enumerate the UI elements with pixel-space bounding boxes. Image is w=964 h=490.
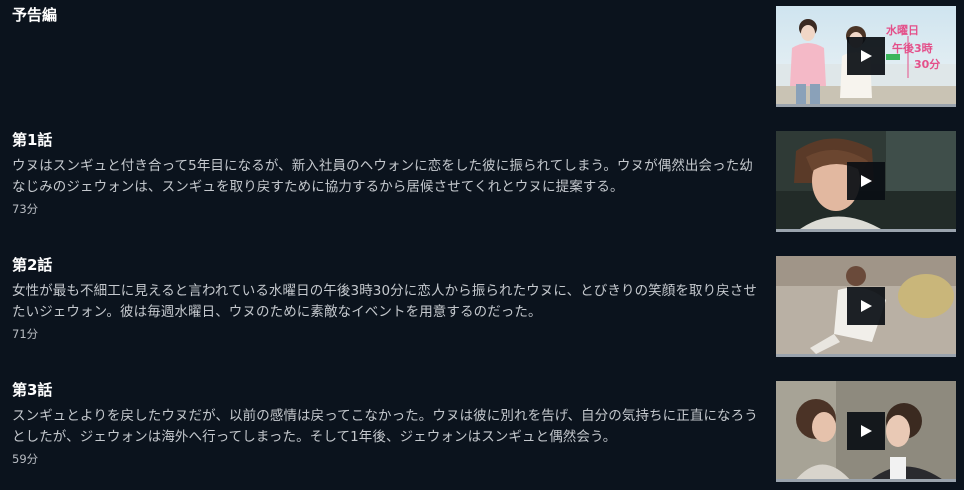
episode-title[interactable]: 第2話 <box>12 256 760 274</box>
thumbnail-bar <box>776 479 956 482</box>
episode-3-thumbnail[interactable] <box>776 381 956 482</box>
thumbnail-bar <box>776 104 956 107</box>
trailer-title-text: 午後3時 <box>892 41 933 55</box>
trailer-title-text: 30分 <box>914 57 940 71</box>
episode-info: 第1話 ウヌはスンギュと付き合って5年目になるが、新入社員のヘウォンに恋をした彼… <box>12 125 760 216</box>
trailer-title-text: 水曜日 <box>886 23 919 37</box>
episode-title[interactable]: 第1話 <box>12 131 760 149</box>
episode-list: 予告編 水曜日 午後3時 30分 第1話 ウヌはスンギュと付き合って5年目になる… <box>0 0 964 490</box>
play-button[interactable] <box>847 162 885 200</box>
play-button[interactable] <box>847 287 885 325</box>
episode-info: 第3話 スンギュとよりを戻したウヌだが、以前の感情は戻ってこなかった。ウヌは彼に… <box>12 375 760 466</box>
trailer-thumbnail[interactable]: 水曜日 午後3時 30分 <box>776 6 956 107</box>
play-icon <box>861 300 872 312</box>
episode-title[interactable]: 予告編 <box>12 6 760 24</box>
thumbnail-bar <box>776 354 956 357</box>
play-button[interactable] <box>847 37 885 75</box>
episode-description: スンギュとよりを戻したウヌだが、以前の感情は戻ってこなかった。ウヌは彼に別れを告… <box>12 408 758 445</box>
episode-item-1[interactable]: 第1話 ウヌはスンギュと付き合って5年目になるが、新入社員のヘウォンに恋をした彼… <box>0 125 964 232</box>
episode-title[interactable]: 第3話 <box>12 381 760 399</box>
play-icon <box>861 425 872 437</box>
episode-description: 女性が最も不細工に見えると言われている水曜日の午後3時30分に恋人から振られたウ… <box>12 283 757 320</box>
thumbnail-bar <box>776 229 956 232</box>
play-icon <box>861 175 872 187</box>
episode-info: 予告編 <box>12 0 760 24</box>
episode-1-thumbnail[interactable] <box>776 131 956 232</box>
episode-info: 第2話 女性が最も不細工に見えると言われている水曜日の午後3時30分に恋人から振… <box>12 250 760 341</box>
episode-item-2[interactable]: 第2話 女性が最も不細工に見えると言われている水曜日の午後3時30分に恋人から振… <box>0 250 964 357</box>
episode-2-thumbnail[interactable] <box>776 256 956 357</box>
play-icon <box>861 50 872 62</box>
episode-duration: 59分 <box>12 452 39 466</box>
episode-item-trailer[interactable]: 予告編 水曜日 午後3時 30分 <box>0 0 964 107</box>
play-button[interactable] <box>847 412 885 450</box>
episode-description: ウヌはスンギュと付き合って5年目になるが、新入社員のヘウォンに恋をした彼に振られ… <box>12 158 753 195</box>
episode-duration: 73分 <box>12 202 39 216</box>
episode-duration: 71分 <box>12 327 39 341</box>
episode-item-3[interactable]: 第3話 スンギュとよりを戻したウヌだが、以前の感情は戻ってこなかった。ウヌは彼に… <box>0 375 964 482</box>
